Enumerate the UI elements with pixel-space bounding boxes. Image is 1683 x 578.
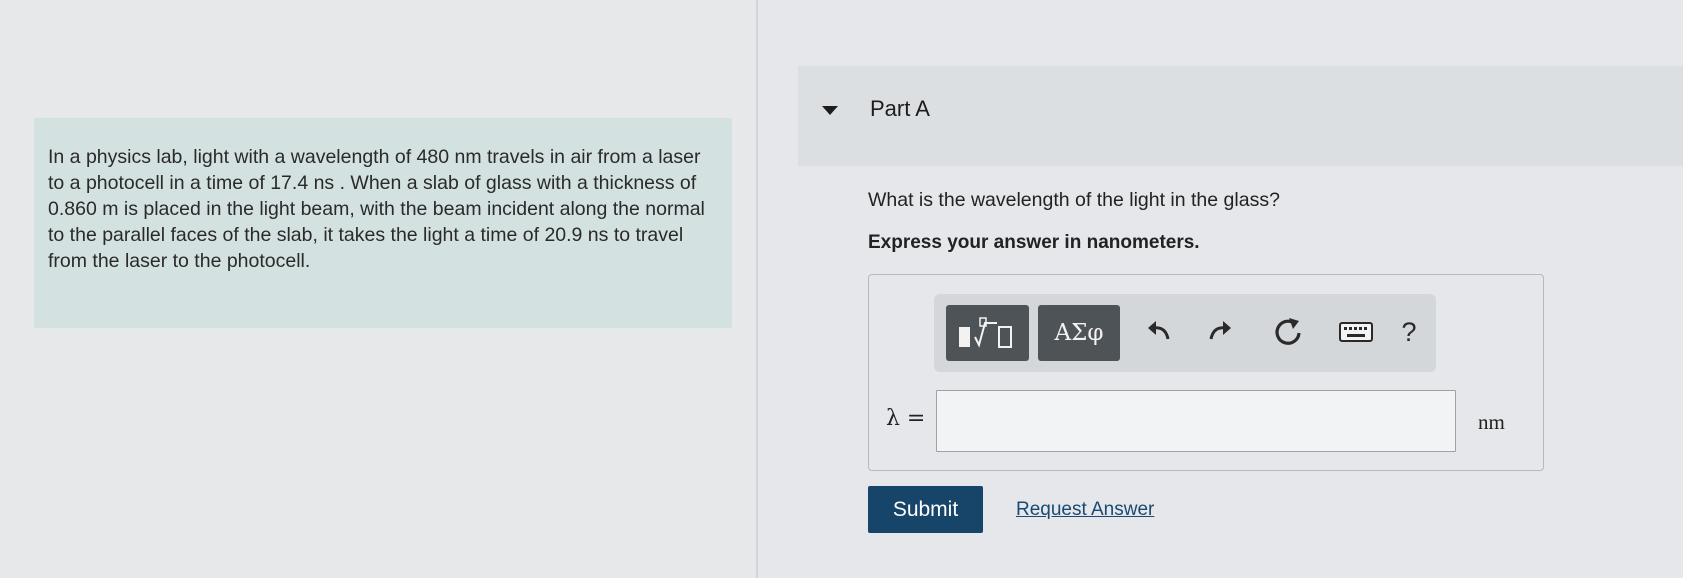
redo-button[interactable] — [1200, 312, 1240, 352]
problem-text: In a physics lab, light with a wavelengt… — [48, 146, 705, 272]
templates-icon — [958, 317, 1012, 348]
unit-label: nm — [1478, 410, 1505, 434]
variable-label: λ = — [886, 406, 926, 431]
undo-button[interactable] — [1139, 312, 1179, 352]
redo-icon — [1209, 321, 1231, 340]
collapse-caret-icon[interactable] — [822, 106, 838, 115]
problem-pane: In a physics lab, light with a wavelengt… — [0, 0, 756, 578]
part-title[interactable]: Part A — [870, 96, 930, 122]
reset-icon — [1275, 318, 1301, 345]
help-button[interactable]: ? — [1389, 312, 1429, 352]
reset-button[interactable] — [1268, 312, 1308, 352]
keyboard-button[interactable] — [1336, 312, 1376, 352]
question-text: What is the wavelength of the light in t… — [868, 189, 1280, 211]
answer-input[interactable] — [936, 390, 1456, 452]
part-a-header[interactable] — [798, 66, 1683, 166]
undo-icon — [1148, 321, 1170, 340]
symbols-button[interactable]: ΑΣφ — [1038, 305, 1120, 361]
instruction-text: Express your answer in nanometers. — [868, 232, 1200, 253]
keyboard-icon — [1339, 322, 1373, 342]
submit-button[interactable]: Submit — [868, 486, 983, 533]
problem-statement-box: In a physics lab, light with a wavelengt… — [34, 118, 732, 328]
templates-button[interactable] — [946, 305, 1029, 361]
math-toolbar: ΑΣφ ? — [934, 294, 1436, 372]
request-answer-link[interactable]: Request Answer — [1016, 499, 1154, 521]
